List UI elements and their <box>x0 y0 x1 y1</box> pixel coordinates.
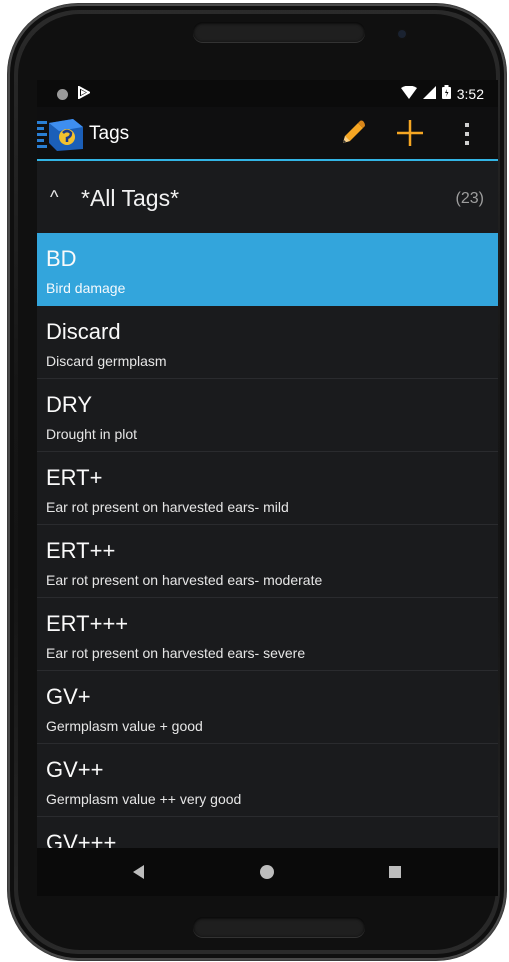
status-time: 3:52 <box>456 85 484 102</box>
tag-name: BD <box>46 246 77 271</box>
app-screen: 3:52 Tags ^ *All Tags* (23) BD Bird dama… <box>37 80 498 896</box>
recents-icon[interactable] <box>389 866 401 878</box>
circle-notification-icon <box>57 88 68 100</box>
overflow-menu-icon[interactable] <box>457 121 477 147</box>
tag-description: Drought in plot <box>46 426 138 442</box>
tag-name: Discard <box>46 319 121 344</box>
edit-pencil-icon[interactable] <box>337 119 367 149</box>
tag-row[interactable]: DRY Drought in plot <box>37 379 498 452</box>
wifi-icon <box>400 85 417 102</box>
group-title: *All Tags* <box>81 185 180 211</box>
home-icon[interactable] <box>260 865 274 879</box>
tag-name: GV+ <box>46 684 91 709</box>
tag-row[interactable]: ERT+++ Ear rot present on harvested ears… <box>37 598 498 671</box>
tag-row[interactable]: ERT++ Ear rot present on harvested ears-… <box>37 525 498 598</box>
action-bar: Tags <box>37 107 498 161</box>
tag-row[interactable]: Discard Discard germplasm <box>37 306 498 379</box>
bottom-speaker <box>193 917 365 937</box>
group-count: (23) <box>455 190 484 207</box>
tag-name: ERT++ <box>46 538 116 563</box>
tag-description: Ear rot present on harvested ears- moder… <box>46 572 323 588</box>
tag-row[interactable]: BD Bird damage <box>37 233 498 306</box>
collapse-chevron-icon[interactable]: ^ <box>50 187 58 208</box>
tag-description: Bird damage <box>46 280 126 296</box>
battery-icon <box>441 85 451 102</box>
tag-name: ERT+++ <box>46 611 129 636</box>
tag-name: ERT+ <box>46 465 103 490</box>
earpiece-speaker <box>193 22 365 42</box>
tag-row[interactable]: GV++ Germplasm value ++ very good <box>37 744 498 817</box>
tag-description: Germplasm value ++ very good <box>46 791 242 807</box>
add-plus-icon[interactable] <box>394 117 426 149</box>
signal-icon <box>422 85 436 102</box>
system-nav-bar <box>37 848 498 896</box>
tag-row[interactable]: GV+ Germplasm value + good <box>37 671 498 744</box>
tag-row[interactable]: ERT+ Ear rot present on harvested ears- … <box>37 452 498 525</box>
back-icon[interactable] <box>133 865 144 879</box>
tag-description: Discard germplasm <box>46 353 167 369</box>
front-camera <box>398 30 406 38</box>
flag-notification-icon <box>78 85 92 102</box>
tag-name: GV++ <box>46 757 104 782</box>
page-title: Tags <box>89 123 130 144</box>
tag-description: Ear rot present on harvested ears- mild <box>46 499 289 515</box>
tag-description: Ear rot present on harvested ears- sever… <box>46 645 306 661</box>
app-logo-icon[interactable] <box>37 117 87 151</box>
tag-group-header[interactable]: ^ *All Tags* (23) <box>37 161 498 233</box>
status-bar: 3:52 <box>37 80 498 107</box>
tag-description: Germplasm value + good <box>46 718 203 734</box>
tag-list: BD Bird damage Discard Discard germplasm… <box>37 233 498 890</box>
tag-name: DRY <box>46 392 93 417</box>
